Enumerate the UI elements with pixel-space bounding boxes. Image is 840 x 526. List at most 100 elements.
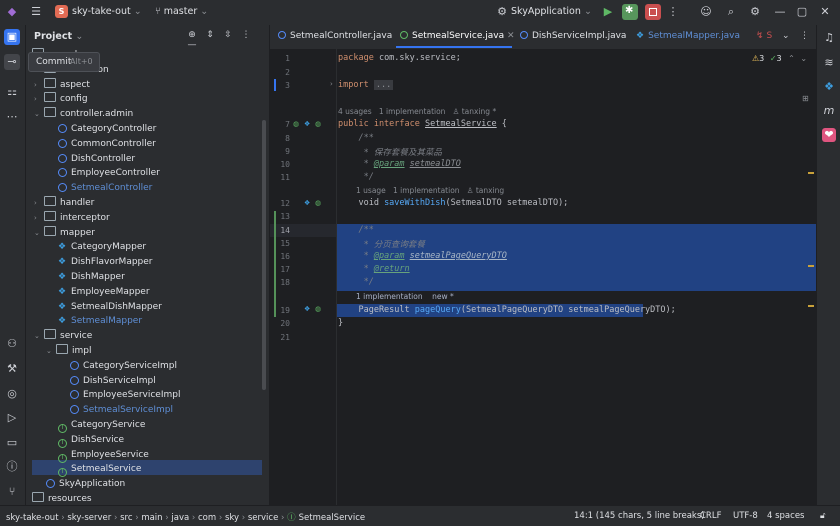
project-tree-scrollbar[interactable] — [262, 120, 266, 390]
readonly-lock-icon[interactable]: 🔓︎ — [820, 511, 826, 521]
expand-all-icon[interactable]: ⇕ — [203, 30, 217, 40]
maven-icon[interactable]: m — [822, 104, 836, 118]
mybatis-icon[interactable]: ❖ — [304, 120, 310, 128]
services-icon[interactable]: ⚇ — [4, 336, 20, 352]
tree-item-interceptor[interactable]: › interceptor — [34, 210, 110, 226]
terminal-icon[interactable]: ▭ — [4, 435, 20, 451]
collapse-all-icon[interactable]: ⇳ — [221, 30, 235, 40]
close-icon[interactable]: ✕ — [818, 5, 832, 19]
tab-dish-service-impl[interactable]: DishServiceImpl.java — [520, 31, 626, 41]
reader-mode-icon[interactable]: ⊞ — [802, 94, 809, 103]
implemented-icon[interactable]: ◍ — [315, 305, 321, 313]
project-panel-title[interactable]: Project ⌄ — [34, 31, 83, 42]
chevron-down-icon[interactable]: ⌄ — [34, 107, 44, 122]
stripe-mark[interactable] — [808, 265, 814, 267]
locate-file-icon[interactable]: ⊕ — [185, 30, 199, 40]
chevron-right-icon[interactable]: › — [34, 92, 44, 107]
structure-icon[interactable]: ⚏ — [4, 84, 20, 100]
breadcrumb-item[interactable]: sky — [225, 513, 239, 523]
tree-item-config[interactable]: › config — [34, 92, 88, 107]
stripe-mark[interactable] — [808, 305, 814, 307]
file-encoding[interactable]: UTF-8 — [733, 511, 758, 521]
maximize-icon[interactable]: ▢ — [795, 5, 809, 19]
breadcrumb-item[interactable]: java — [171, 513, 189, 523]
project-badge[interactable]: S — [55, 5, 68, 18]
tree-item-skyapplication[interactable]: SkyApplication — [46, 477, 125, 492]
run-icon[interactable]: ▶ — [601, 5, 615, 19]
tree-item-controller-admin[interactable]: ⌄ controller.admin — [34, 107, 133, 122]
tab-overflow-file[interactable]: ↯ S — [756, 31, 772, 41]
plugin-icon[interactable]: ❤ — [822, 128, 836, 142]
tree-item-setmealmapper[interactable]: ❖ SetmealMapper — [58, 314, 142, 329]
tree-item-employeeservice[interactable]: I EmployeeService — [58, 448, 149, 463]
codevision-hint-save[interactable]: 1 usage 1 implementation ♙ tanxing — [356, 186, 504, 195]
tab-setmeal-service[interactable]: SetmealService.java ✕ — [400, 31, 515, 41]
tree-item-handler[interactable]: › handler — [34, 196, 94, 211]
tabs-dropdown-icon[interactable]: ⌄ — [782, 31, 790, 41]
tree-item-dishservice[interactable]: I DishService — [58, 433, 124, 448]
prev-highlight-icon[interactable]: ⌃ — [788, 54, 795, 63]
tree-item-dishserviceimpl[interactable]: DishServiceImpl — [70, 374, 156, 389]
mybatis-icon[interactable]: ❖ — [304, 305, 310, 313]
build-icon[interactable]: ⚒ — [4, 361, 20, 377]
breadcrumb-item[interactable]: service — [248, 513, 278, 523]
breadcrumb-item[interactable]: src — [120, 513, 132, 523]
chevron-down-icon[interactable]: ⌄ — [46, 344, 56, 359]
add-user-icon[interactable]: ☺ — [699, 5, 713, 19]
breadcrumb-item[interactable]: main — [141, 513, 162, 523]
hide-panel-icon[interactable]: — — [185, 40, 199, 50]
search-icon[interactable]: ⌕ — [724, 5, 738, 19]
tabs-more-icon[interactable]: ⋮ — [800, 31, 809, 41]
indent-setting[interactable]: 4 spaces — [767, 511, 804, 521]
stop-button[interactable] — [645, 4, 661, 20]
tree-item-mapper[interactable]: ⌄ mapper — [34, 225, 95, 241]
tree-item-dishmapper[interactable]: ❖ DishMapper — [58, 270, 125, 285]
tree-item-categoryservice[interactable]: I CategoryService — [58, 418, 145, 433]
mybatis-icon[interactable]: ❖ — [304, 199, 310, 207]
fold-icon[interactable]: › — [330, 80, 333, 88]
tree-item-categorymapper[interactable]: ❖ CategoryMapper — [58, 240, 146, 255]
chevron-down-icon[interactable]: ⌄ — [34, 329, 44, 344]
folded-imports[interactable]: ... — [373, 80, 394, 90]
inspection-widget[interactable]: ⚠3 ✓3 ⌃ ⌄ — [752, 54, 807, 63]
tree-item-resources[interactable]: ›resources — [26, 492, 92, 505]
tree-item-employeecontroller[interactable]: EmployeeController — [58, 166, 160, 181]
tree-item-aspect[interactable]: › aspect — [34, 77, 90, 93]
debug-button[interactable]: ✱ — [622, 4, 638, 20]
settings-icon[interactable]: ⚙ — [748, 5, 762, 19]
tree-item-impl[interactable]: ⌄ impl — [46, 344, 91, 359]
database-icon[interactable]: ≋ — [822, 56, 836, 70]
chevron-right-icon[interactable]: › — [34, 78, 44, 93]
run-tool-icon[interactable]: ▷ — [4, 410, 20, 426]
tree-item-dishflavormapper[interactable]: ❖ DishFlavorMapper — [58, 255, 153, 270]
main-menu-icon[interactable]: ☰ — [29, 5, 43, 19]
implemented-icon[interactable]: ◍ — [315, 199, 321, 207]
codevision-hint-interface[interactable]: 4 usages 1 implementation ♙ tanxing * — [338, 107, 496, 116]
commit-tool-icon[interactable]: ⊸ — [4, 54, 20, 70]
line-separator[interactable]: CRLF — [700, 511, 721, 521]
chevron-down-icon[interactable]: ⌄ — [34, 226, 44, 241]
breadcrumbs[interactable]: sky-take-out › sky-server › src › main ›… — [6, 511, 365, 523]
minimize-icon[interactable]: — — [773, 5, 787, 19]
tree-item-employeeserviceimpl[interactable]: EmployeeServiceImpl — [70, 388, 180, 403]
vcs-branch-widget[interactable]: ⑂ master ⌄ — [155, 6, 208, 17]
chevron-right-icon[interactable]: › — [34, 196, 44, 211]
tree-item-dishcontroller[interactable]: DishController — [58, 152, 135, 167]
run-configuration-selector[interactable]: SkyApplication ⌄ — [511, 6, 592, 17]
maven-bird-icon[interactable]: ❖ — [822, 80, 836, 94]
tree-item-setmealdishmapper[interactable]: ❖ SetmealDishMapper — [58, 300, 162, 315]
implemented-icon[interactable]: ◍ — [315, 120, 321, 128]
tab-setmeal-controller[interactable]: SetmealController.java — [278, 31, 392, 41]
breadcrumb-item[interactable]: sky-server — [67, 513, 111, 523]
tree-item-commoncontroller[interactable]: CommonController — [58, 137, 156, 152]
options-icon[interactable]: ⋮ — [239, 30, 253, 40]
next-highlight-icon[interactable]: ⌄ — [800, 54, 807, 63]
problems-icon[interactable]: ⓘ — [4, 459, 20, 475]
more-tools-icon[interactable]: ⋯ — [4, 109, 20, 125]
tree-item-categoryserviceimpl[interactable]: CategoryServiceImpl — [70, 359, 177, 374]
breadcrumb-item[interactable]: com — [198, 513, 216, 523]
tree-item-service[interactable]: ⌄ service — [34, 329, 92, 344]
tree-item-setmealcontroller[interactable]: SetmealController — [58, 181, 152, 196]
breadcrumb-item[interactable]: SetmealService — [299, 513, 365, 523]
notifications-icon[interactable]: ♫ — [822, 31, 836, 45]
